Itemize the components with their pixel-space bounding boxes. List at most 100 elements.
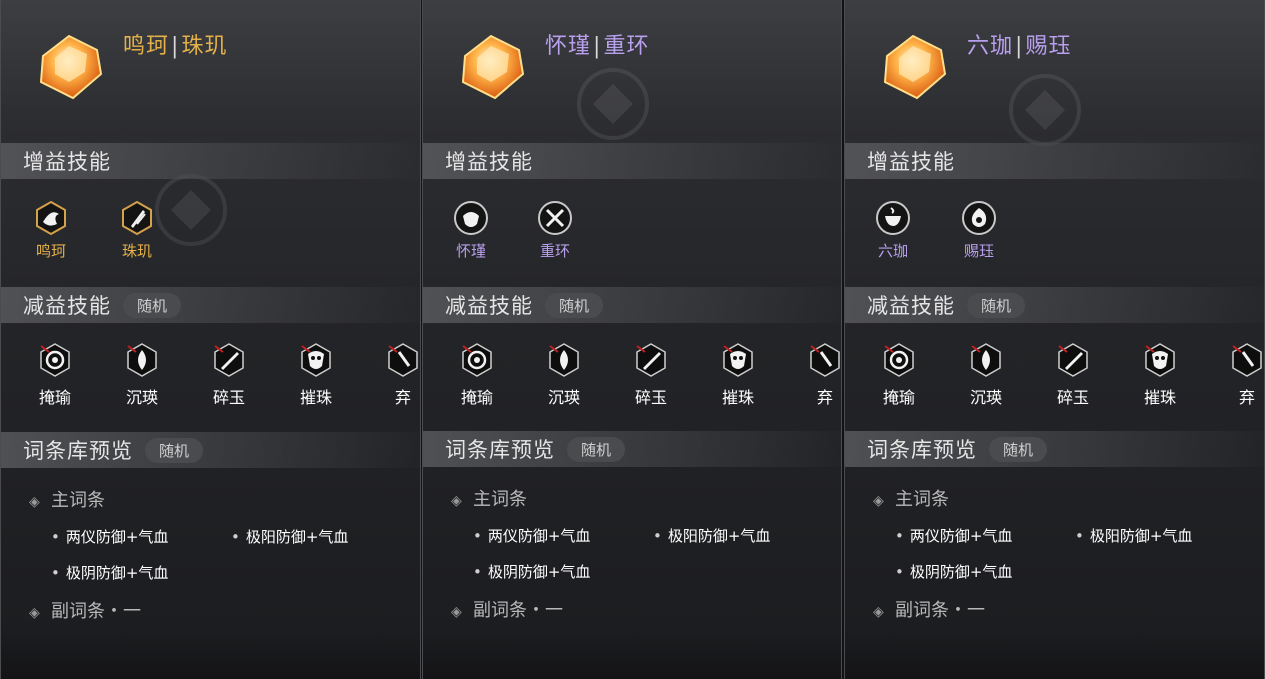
diamond-icon: ◈	[451, 604, 462, 620]
debuff-skill-label: 沉瑛	[547, 388, 580, 407]
random-tag: 随机	[967, 292, 1026, 318]
debuff-skill-3[interactable]: 碎玉	[623, 342, 679, 408]
debuff-skill-1[interactable]: 掩瑜	[449, 342, 505, 408]
affix-text: 两仪防御+气血	[909, 527, 1013, 545]
main-affix-heading: ◈ 主词条	[873, 485, 949, 511]
mask-hex-icon	[301, 343, 331, 377]
affix-text: 极阴防御+气血	[65, 564, 169, 582]
debuff-section-header: 减益技能 随机	[423, 287, 841, 323]
buff-skill-1[interactable]: 六珈	[863, 200, 923, 261]
background-emblem	[1009, 74, 1081, 146]
main-affix-label: 主词条	[473, 489, 527, 510]
partial-hex-icon	[810, 343, 840, 377]
buff-skill-1[interactable]: 怀瑾	[441, 200, 501, 261]
affix-entry: • 极阴防御+气血	[895, 561, 1012, 582]
affix-pool-title: 词条库预览	[867, 438, 977, 462]
debuff-skill-4[interactable]: 摧珠	[710, 342, 766, 408]
item-title: 怀瑾|重环	[545, 28, 649, 60]
title-separator: |	[593, 34, 602, 59]
debuff-skill-label: 摧珠	[299, 388, 332, 407]
cup-icon	[876, 201, 910, 235]
debuff-skill-1[interactable]: 掩瑜	[27, 342, 83, 408]
buff-section-title: 增益技能	[445, 150, 533, 174]
debuff-skill-2[interactable]: 沉瑛	[958, 342, 1014, 408]
random-tag: 随机	[123, 292, 182, 318]
debuff-skill-4[interactable]: 摧珠	[288, 342, 344, 408]
buff-skill-2[interactable]: 珠玑	[107, 200, 167, 261]
sub-affix-heading: ◈ 副词条・一	[29, 597, 141, 623]
affix-text: 两仪防御+气血	[65, 528, 169, 546]
debuff-section-header: 减益技能 随机	[1, 287, 420, 323]
affix-entry: • 极阳防御+气血	[1075, 525, 1192, 546]
affix-entry: • 极阴防御+气血	[473, 561, 590, 582]
blade-hex-icon	[122, 200, 152, 236]
affix-text: 极阳防御+气血	[667, 527, 771, 545]
debuff-section-header: 减益技能 随机	[845, 287, 1264, 323]
partial-hex-icon	[1232, 343, 1262, 377]
affix-pool-title: 词条库预览	[23, 439, 133, 463]
random-tag: 随机	[567, 436, 626, 462]
affix-text: 极阳防御+气血	[1089, 527, 1193, 545]
debuff-skill-3[interactable]: 碎玉	[201, 342, 257, 408]
title-secondary: 重环	[603, 34, 650, 59]
debuff-skill-row: 掩瑜 沉瑛 碎玉 摧珠 弃	[19, 342, 420, 412]
buff-skill-label: 怀瑾	[455, 242, 486, 260]
item-panel-3[interactable]: 六珈|赐珏 增益技能 六珈 赐珏 减益技能 随机 掩瑜 沉瑛 碎玉 摧珠 弃 词…	[844, 0, 1265, 679]
affix-pool-header: 词条库预览 随机	[845, 431, 1264, 467]
debuff-skill-label: 沉瑛	[125, 388, 158, 407]
acorn-icon	[454, 201, 488, 235]
buff-skill-2[interactable]: 重环	[525, 200, 585, 261]
buff-skill-label: 珠玑	[121, 242, 152, 260]
drop-hex-icon	[971, 343, 1001, 377]
debuff-skill-label: 掩瑜	[882, 388, 915, 407]
debuff-skill-label: 摧珠	[721, 388, 754, 407]
crossed-swords-icon	[538, 201, 572, 235]
gem-icon	[883, 34, 947, 100]
debuff-skill-label: 碎玉	[1056, 388, 1089, 407]
debuff-skill-label: 掩瑜	[460, 388, 493, 407]
debuff-skill-3[interactable]: 碎玉	[1045, 342, 1101, 408]
debuff-skill-5[interactable]: 弃	[1219, 342, 1264, 408]
affix-text: 极阳防御+气血	[245, 528, 349, 546]
affix-entry: • 极阴防御+气血	[51, 562, 168, 583]
diamond-icon: ◈	[29, 494, 40, 510]
debuff-skill-5[interactable]: 弃	[797, 342, 841, 408]
bullet-icon: •	[473, 563, 482, 581]
affix-entry: • 极阳防御+气血	[231, 526, 348, 547]
sub-affix-label: 副词条・一	[51, 601, 141, 622]
random-tag: 随机	[989, 436, 1048, 462]
partial-hex-icon	[388, 343, 418, 377]
diamond-icon: ◈	[451, 493, 462, 509]
debuff-skill-5[interactable]: 弃	[375, 342, 420, 408]
sub-affix-heading: ◈ 副词条・一	[873, 596, 985, 622]
title-primary: 六珈	[967, 34, 1014, 59]
affix-text: 极阴防御+气血	[487, 563, 591, 581]
affix-entry: • 两仪防御+气血	[473, 525, 590, 546]
mask-hex-icon	[723, 343, 753, 377]
debuff-skill-4[interactable]: 摧珠	[1132, 342, 1188, 408]
affix-entry: • 极阳防御+气血	[653, 525, 770, 546]
background-emblem	[577, 68, 649, 140]
bullet-icon: •	[51, 528, 60, 546]
flame-shield-icon	[36, 200, 66, 236]
debuff-skill-label: 弃	[1238, 388, 1255, 407]
buff-skill-label: 赐珏	[963, 242, 994, 260]
bullet-icon: •	[1075, 527, 1084, 545]
debuff-skill-2[interactable]: 沉瑛	[536, 342, 592, 408]
buff-skill-label: 鸣珂	[35, 242, 66, 260]
item-panel-2[interactable]: 怀瑾|重环 增益技能 怀瑾 重环 减益技能 随机 掩瑜 沉瑛 碎玉 摧珠 弃 词…	[422, 0, 842, 679]
debuff-skill-1[interactable]: 掩瑜	[871, 342, 927, 408]
bullet-icon: •	[231, 528, 240, 546]
gem-icon	[39, 34, 103, 100]
debuff-section-title: 减益技能	[867, 294, 955, 318]
affix-pool-header: 词条库预览 随机	[1, 432, 420, 468]
bullet-icon: •	[653, 527, 662, 545]
buff-skill-2[interactable]: 赐珏	[949, 200, 1009, 261]
item-panel-1[interactable]: 鸣珂|珠玑 增益技能 鸣珂 珠玑 减益技能 随机 掩瑜 沉瑛 碎玉 摧珠 弃 词…	[0, 0, 421, 679]
buff-skill-label: 六珈	[877, 242, 908, 260]
buff-skill-1[interactable]: 鸣珂	[21, 200, 81, 261]
affix-text: 极阴防御+气血	[909, 563, 1013, 581]
main-affix-heading: ◈ 主词条	[29, 486, 105, 512]
bullet-icon: •	[473, 527, 482, 545]
debuff-skill-2[interactable]: 沉瑛	[114, 342, 170, 408]
